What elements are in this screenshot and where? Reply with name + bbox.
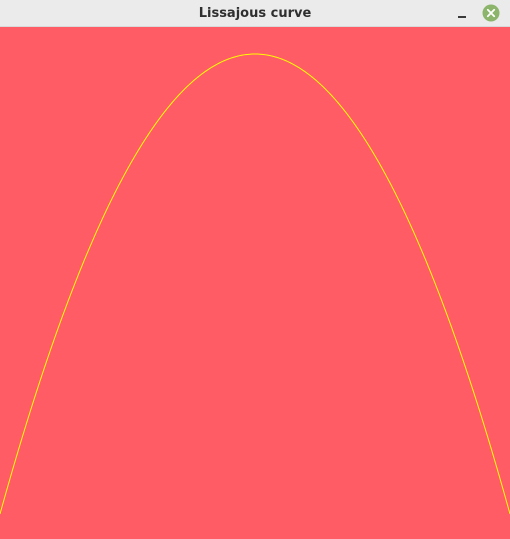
close-button[interactable] <box>482 4 500 22</box>
minimize-icon <box>458 16 466 18</box>
close-icon <box>482 4 500 22</box>
window-title: Lissajous curve <box>198 6 312 21</box>
app-window: Lissajous curve <box>0 0 510 539</box>
title-bar[interactable]: Lissajous curve <box>0 0 510 27</box>
drawing-canvas <box>0 27 510 539</box>
lissajous-plot <box>0 53 510 515</box>
lissajous-curve <box>0 53 510 515</box>
minimize-button[interactable] <box>451 4 471 22</box>
